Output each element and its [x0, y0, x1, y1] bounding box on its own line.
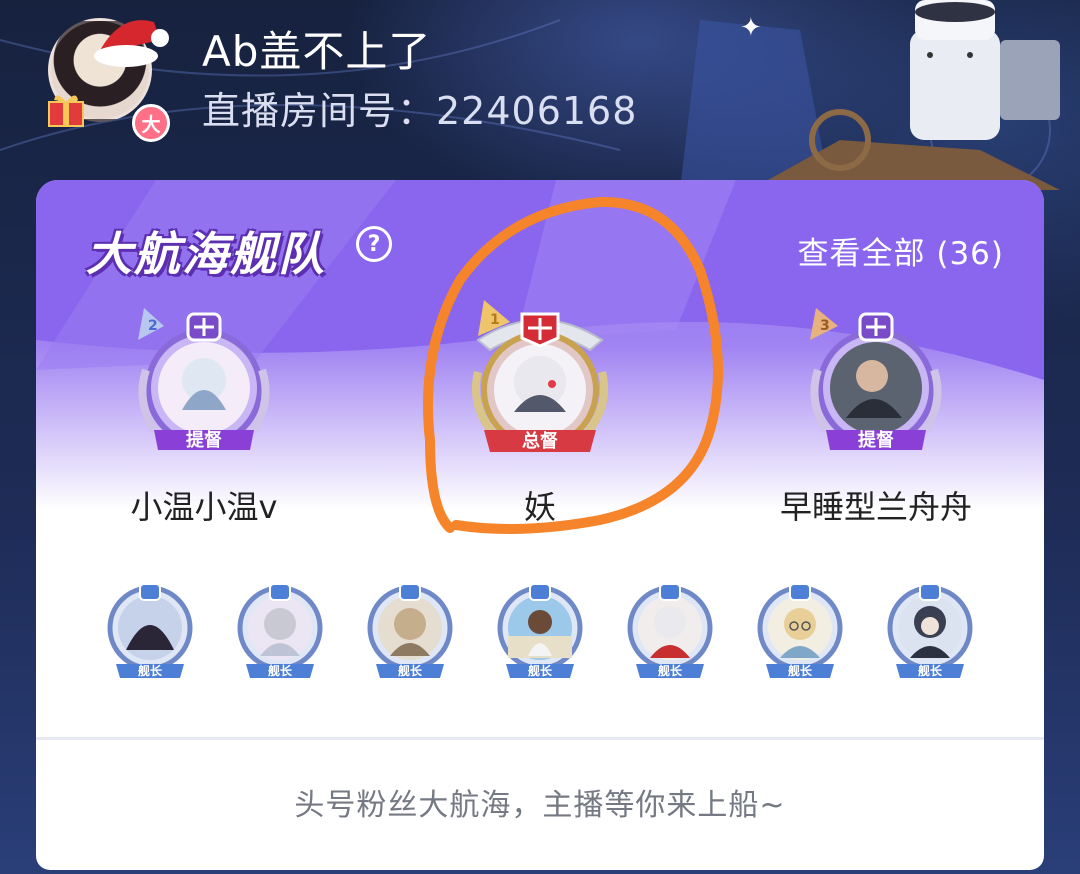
captain-label: 舰长 [268, 663, 293, 678]
fleet-invite-text: 头号粉丝大航海，主播等你来上船~ [294, 788, 786, 823]
captain-item[interactable]: 舰长 [492, 580, 588, 684]
member-name: 小温小温v [130, 488, 278, 526]
card-divider [36, 737, 1044, 740]
captain-item[interactable]: 舰长 [622, 580, 718, 684]
gift-icon [48, 95, 84, 127]
streamer-avatar-group[interactable]: 大 [46, 16, 170, 142]
captain-label: 舰长 [918, 663, 943, 678]
captain-label: 舰长 [788, 663, 813, 678]
top-member-3[interactable]: 3 提督 早睡型兰舟舟 [746, 300, 1006, 528]
streamer-name: Ab盖不上了 [202, 27, 432, 76]
svg-text:✦: ✦ [740, 13, 762, 43]
room-number: 直播房间号：22406168 [202, 89, 638, 133]
admiral-badge-icon: 3 提督 [810, 308, 942, 451]
captain-item[interactable]: 舰长 [752, 580, 848, 684]
rank-label: 提督 [858, 429, 894, 451]
mascot-illustration: ✦ [680, 0, 1060, 190]
beach-girl-avatar-icon: 舰长 [497, 583, 583, 678]
fleet-title: 大航海舰队 [86, 227, 326, 281]
top-member-2[interactable]: 2 提督 小温小温v [74, 300, 334, 528]
silver-hair-girl-avatar-icon: 舰长 [237, 583, 323, 678]
captain-item[interactable]: 舰长 [102, 580, 198, 684]
captain-label: 舰长 [658, 663, 683, 678]
captain-label: 舰长 [138, 663, 163, 678]
captain-item[interactable]: 舰长 [362, 580, 458, 684]
member-name: 早睡型兰舟舟 [779, 488, 972, 526]
captain-item[interactable]: 舰长 [882, 580, 978, 684]
rank-label: 提督 [186, 429, 222, 451]
help-icon[interactable]: ? [356, 226, 392, 262]
rank-number-label: 3 [820, 318, 830, 334]
captain-list: 舰长 舰长 舰长 舰长 舰长 舰长 舰长 [102, 580, 982, 690]
streamer-level-badge: 大 [132, 104, 170, 142]
captain-label: 舰长 [398, 663, 423, 678]
santa-hat-icon [94, 20, 169, 67]
captain-item[interactable]: 舰长 [232, 580, 328, 684]
rank-number-label: 2 [148, 318, 158, 334]
view-all-link[interactable]: 查看全部 (36) [798, 228, 1005, 273]
annotation-circle [423, 196, 723, 534]
admiral-badge-icon: 2 提督 [138, 308, 270, 451]
captain-label: 舰长 [528, 663, 553, 678]
blonde-girl-avatar-icon: 舰长 [367, 583, 453, 678]
white-hair-boy-avatar-icon: 舰长 [627, 583, 713, 678]
dark-creature-avatar-icon: 舰长 [107, 583, 193, 678]
dark-hair-boy-avatar-icon: 舰长 [887, 583, 973, 678]
blonde-glasses-boy-avatar-icon: 舰长 [757, 583, 843, 678]
